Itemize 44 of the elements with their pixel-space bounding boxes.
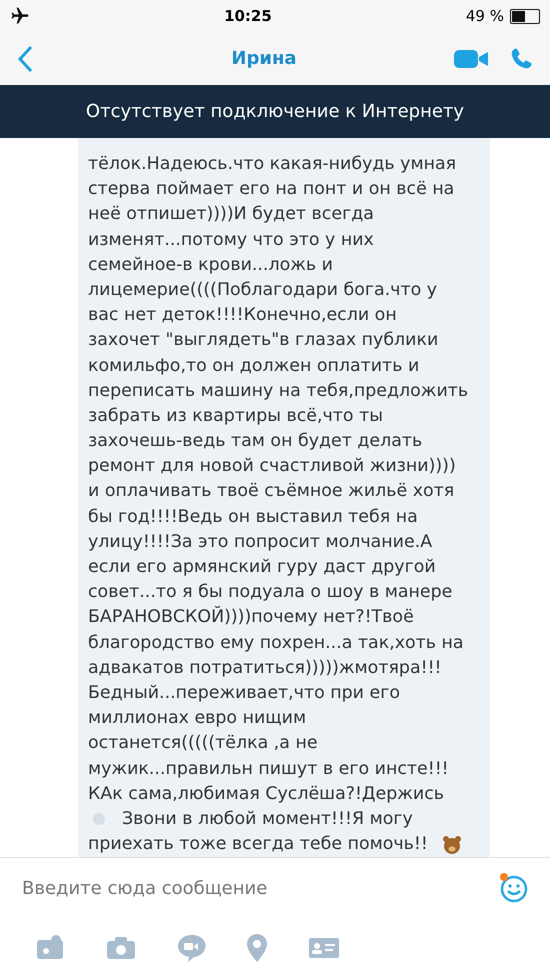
message-line: приехать тоже всегда тебе помочь!! <box>88 833 428 856</box>
clock-time: 10:25 <box>223 7 273 25</box>
message-line: лицемерие((((Поблагодари бога.что у <box>88 278 438 302</box>
message-line: КАк сама,любимая Суслёша?!Держись <box>88 782 444 806</box>
message-line: Бедный...переживает,что при его <box>88 682 400 705</box>
video-call-icon[interactable] <box>454 48 488 68</box>
message-line: забрать из квартиры всё,что ты <box>88 404 383 428</box>
message-line: миллионах евро нищим <box>88 707 306 730</box>
message-input-field[interactable]: Введите сюда сообщение <box>22 878 488 898</box>
message-line: благородство ему похрен...а так,хоть на <box>88 632 464 655</box>
message-line: изменят...потому что это у них <box>88 228 374 252</box>
message-line: захочешь-ведь там он будет делать <box>88 430 422 454</box>
airplane-icon <box>10 6 30 26</box>
back-icon[interactable] <box>18 44 34 72</box>
message-line: если его армянский гуру даст другой <box>88 556 436 579</box>
contact-card-icon[interactable] <box>308 936 340 960</box>
teddy-bear-icon <box>442 834 462 855</box>
battery-percent: 49 % <box>466 7 504 25</box>
message-line: останется(((((тёлка ,а не <box>88 732 318 756</box>
photo-icon[interactable] <box>36 935 66 961</box>
message-line: и оплачивать твоё съёмное жильё хотя <box>88 480 454 504</box>
battery-icon <box>510 8 540 24</box>
message-line: переписать машину на тебя,предложить <box>88 380 468 403</box>
contact-name: Ирина <box>230 48 298 69</box>
video-message-icon[interactable] <box>176 933 206 963</box>
offline-banner: Отсутствует подключение к Интернету <box>0 85 550 138</box>
message-line: мужик...правильн пишут в его инсте!!! <box>88 758 449 780</box>
message-line: БАРАНОВСКОЙ))))почему нет?!Твоё <box>88 605 414 630</box>
message-line: тёлок.Надеюсь.что какая-нибудь умная <box>88 153 456 176</box>
smiley-icon[interactable] <box>498 872 530 904</box>
camera-icon[interactable] <box>106 936 136 960</box>
message-line: семейное-в крови...ложь и <box>88 254 333 277</box>
message-line: адвакатов потратиться)))))жмотяра!!! <box>88 656 442 680</box>
message-line: ремонт для новой счастливой жизни)))) <box>88 455 456 478</box>
message-line: улицу!!!!За это попросит молчание.А <box>88 530 432 554</box>
message-line: захочет "выглядеть"в глазах публики <box>88 329 438 352</box>
message-line: вас нет деток!!!!Конечно,если он <box>88 304 397 328</box>
message-line: комильфо,то он должен оплатить и <box>88 354 420 378</box>
message-line: бы год!!!!Ведь он выставил тебя на <box>88 506 418 529</box>
message-line: неё отпишет))))И будет всегда <box>88 203 374 226</box>
location-pin-icon[interactable] <box>246 933 268 963</box>
message-line: совет...то я бы подуала о шоу в манере <box>88 581 452 604</box>
message-line: стерва поймает его на понт и он всё на <box>88 178 454 202</box>
message-line: Звони в любой момент!!!Я могу <box>122 808 413 831</box>
